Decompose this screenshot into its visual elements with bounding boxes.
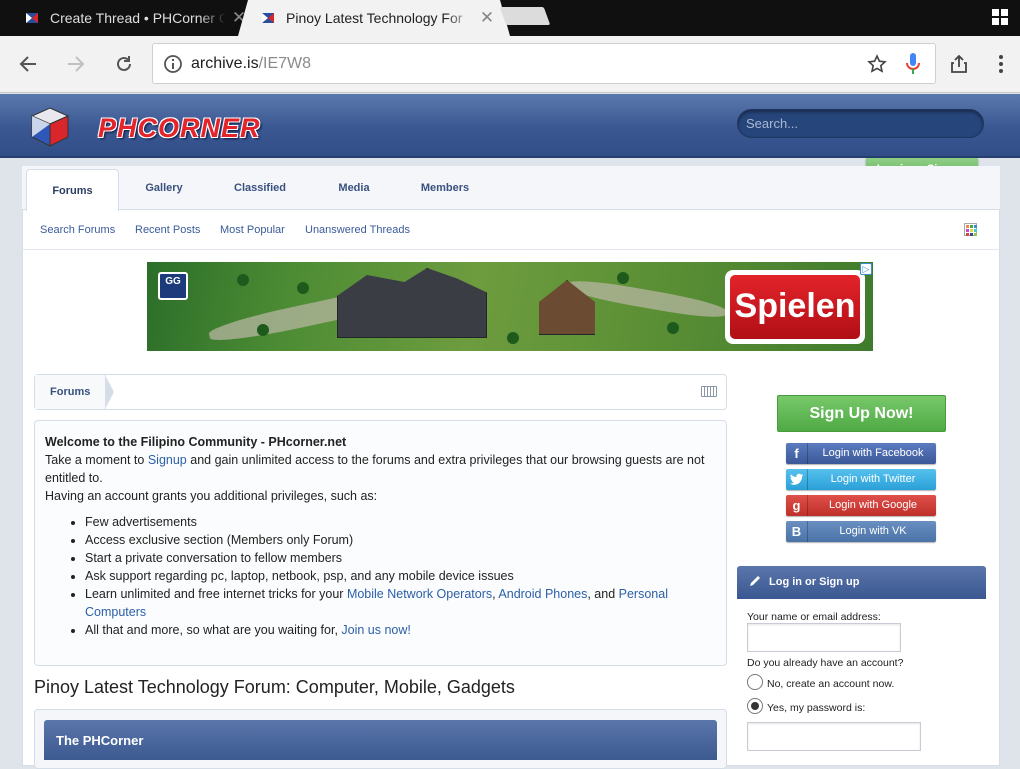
site-logo[interactable]: PHCORNER — [28, 105, 260, 147]
list-item: Ask support regarding pc, laptop, netboo… — [85, 567, 716, 585]
tab-forums[interactable]: Forums — [26, 169, 119, 211]
jump-to-keyboard-icon[interactable] — [701, 386, 717, 397]
notice-text: Take a moment to — [45, 453, 148, 467]
phcorner-cube-icon — [30, 107, 70, 147]
social-label: Login with Google — [828, 499, 918, 511]
tab-switcher-icon[interactable] — [992, 9, 1008, 25]
breadcrumb-forums[interactable]: Forums — [35, 375, 115, 409]
link-most-popular[interactable]: Most Popular — [220, 224, 285, 236]
welcome-notice: Welcome to the Filipino Community - PHco… — [34, 420, 727, 666]
notice-line2: Having an account grants you additional … — [45, 489, 378, 503]
pencil-icon — [748, 574, 764, 590]
new-tab-button[interactable] — [499, 7, 551, 25]
tab-classified[interactable]: Classified — [217, 166, 303, 210]
ad-cta-label: Spielen — [730, 275, 860, 339]
social-label: Login with Twitter — [830, 473, 916, 485]
privileges-list: Few advertisements Access exclusive sect… — [85, 513, 716, 639]
phcorner-favicon-icon — [26, 13, 38, 23]
notice-line1: Take a moment to Signup and gain unlimit… — [45, 451, 716, 487]
tab-gallery[interactable]: Gallery — [130, 166, 198, 210]
breadcrumb: Forums — [34, 374, 727, 410]
address-bar[interactable]: archive.is/IE7W8 — [152, 43, 936, 84]
notice-title: Welcome to the Filipino Community - PHco… — [45, 435, 347, 449]
radio-no-account[interactable] — [747, 674, 763, 690]
main-nav-tabs: Forums Gallery Classified Media Members — [22, 166, 1000, 211]
name-email-input[interactable] — [747, 623, 901, 652]
info-icon[interactable] — [163, 54, 183, 74]
list-item: Access exclusive section (Members only F… — [85, 531, 716, 549]
ad-logo: GG — [158, 272, 188, 300]
microphone-icon[interactable] — [905, 52, 921, 76]
close-tab-icon[interactable]: ✕ — [474, 8, 500, 28]
list-item: All that and more, so what are you waiti… — [85, 621, 716, 639]
list-item: Few advertisements — [85, 513, 716, 531]
reload-icon[interactable] — [110, 50, 138, 78]
radio-yes-label: Yes, my password is: — [767, 702, 866, 714]
phcorner-favicon-icon — [262, 13, 274, 23]
name-field-label: Your name or email address: — [747, 611, 881, 623]
url-text: archive.is/IE7W8 — [191, 55, 311, 73]
menu-kebab-icon[interactable] — [987, 50, 1015, 78]
account-question-label: Do you already have an account? — [747, 657, 904, 669]
page-title: Pinoy Latest Technology Forum: Computer,… — [34, 677, 515, 697]
list-item: Learn unlimited and free internet tricks… — [85, 585, 716, 621]
forward-arrow-icon[interactable] — [62, 50, 90, 78]
share-icon[interactable] — [945, 50, 973, 78]
radio-yes-password[interactable] — [747, 698, 763, 714]
android-phones-link[interactable]: Android Phones — [498, 587, 587, 601]
style-chooser-icon[interactable] — [964, 223, 977, 236]
link-recent-posts[interactable]: Recent Posts — [135, 224, 200, 236]
separator-text: , and — [587, 587, 619, 601]
back-arrow-icon[interactable] — [14, 50, 42, 78]
sign-up-now-button[interactable]: Sign Up Now! — [777, 395, 946, 432]
browser-tab-create-thread[interactable]: Create Thread • PHCorner C ✕ — [12, 0, 252, 36]
list-item-text: All that and more, so what are you waiti… — [85, 623, 342, 637]
tab-members[interactable]: Members — [405, 166, 485, 210]
google-icon: g — [786, 495, 808, 516]
browser-tab-bar: Create Thread • PHCorner C ✕ Pinoy Lates… — [0, 0, 1020, 36]
browser-toolbar: archive.is/IE7W8 — [0, 36, 1020, 93]
login-google-button[interactable]: g Login with Google — [786, 495, 936, 516]
signup-link[interactable]: Signup — [148, 453, 187, 467]
list-item-text: Learn unlimited and free internet tricks… — [85, 587, 347, 601]
facebook-icon: f — [786, 443, 808, 464]
radio-no-label: No, create an account now. — [767, 678, 895, 690]
bookmark-star-icon[interactable] — [867, 54, 887, 74]
category-header[interactable]: The PHCorner — [44, 720, 717, 760]
vk-icon: B — [786, 521, 808, 542]
adchoices-icon[interactable]: ▷ — [860, 263, 872, 275]
login-panel-header[interactable]: Log in or Sign up — [737, 566, 986, 599]
list-item: Start a private conversation to fellow m… — [85, 549, 716, 567]
mobile-network-operators-link[interactable]: Mobile Network Operators — [347, 587, 492, 601]
twitter-bird-icon — [786, 469, 808, 490]
login-facebook-button[interactable]: f Login with Facebook — [786, 443, 936, 464]
social-label: Login with Facebook — [822, 447, 924, 459]
tab-media[interactable]: Media — [322, 166, 386, 210]
join-us-link[interactable]: Join us now! — [341, 623, 410, 637]
link-search-forums[interactable]: Search Forums — [40, 224, 115, 236]
search-input[interactable]: Search... — [737, 109, 984, 138]
advertisement-banner[interactable]: GG Spielen — [147, 262, 873, 351]
browser-tab-pinoy-tech[interactable]: Pinoy Latest Technology For ✕ — [238, 0, 510, 36]
tab-title: Pinoy Latest Technology For — [286, 10, 463, 26]
tab-title: Create Thread • PHCorner C — [50, 10, 226, 26]
login-twitter-button[interactable]: Login with Twitter — [786, 469, 936, 490]
link-unanswered-threads[interactable]: Unanswered Threads — [305, 224, 410, 236]
sub-navigation: Search Forums Recent Posts Most Popular … — [22, 210, 1000, 250]
login-vk-button[interactable]: B Login with VK — [786, 521, 936, 542]
logo-text: PHCORNER — [98, 113, 261, 143]
url-host: archive.is — [191, 55, 259, 72]
social-label: Login with VK — [839, 525, 907, 537]
url-path: /IE7W8 — [258, 55, 312, 72]
ad-cta-button[interactable]: Spielen — [725, 270, 865, 344]
